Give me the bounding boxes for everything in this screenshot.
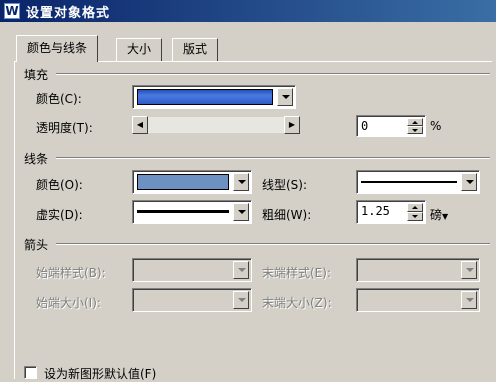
tab-layout[interactable]: 版式 [172, 38, 219, 61]
title-bar: W 设置对象格式 [0, 0, 496, 22]
tab-color-and-lines[interactable]: 颜色与线条 [16, 35, 99, 62]
tab-panel [14, 61, 492, 379]
format-object-dialog: W 设置对象格式 颜色与线条 大小 版式 填充 颜色(C): 透明度(T): ◀… [0, 0, 496, 382]
tab-size[interactable]: 大小 [116, 38, 163, 61]
dialog-title: 设置对象格式 [26, 5, 111, 21]
wps-writer-icon: W [4, 3, 20, 19]
